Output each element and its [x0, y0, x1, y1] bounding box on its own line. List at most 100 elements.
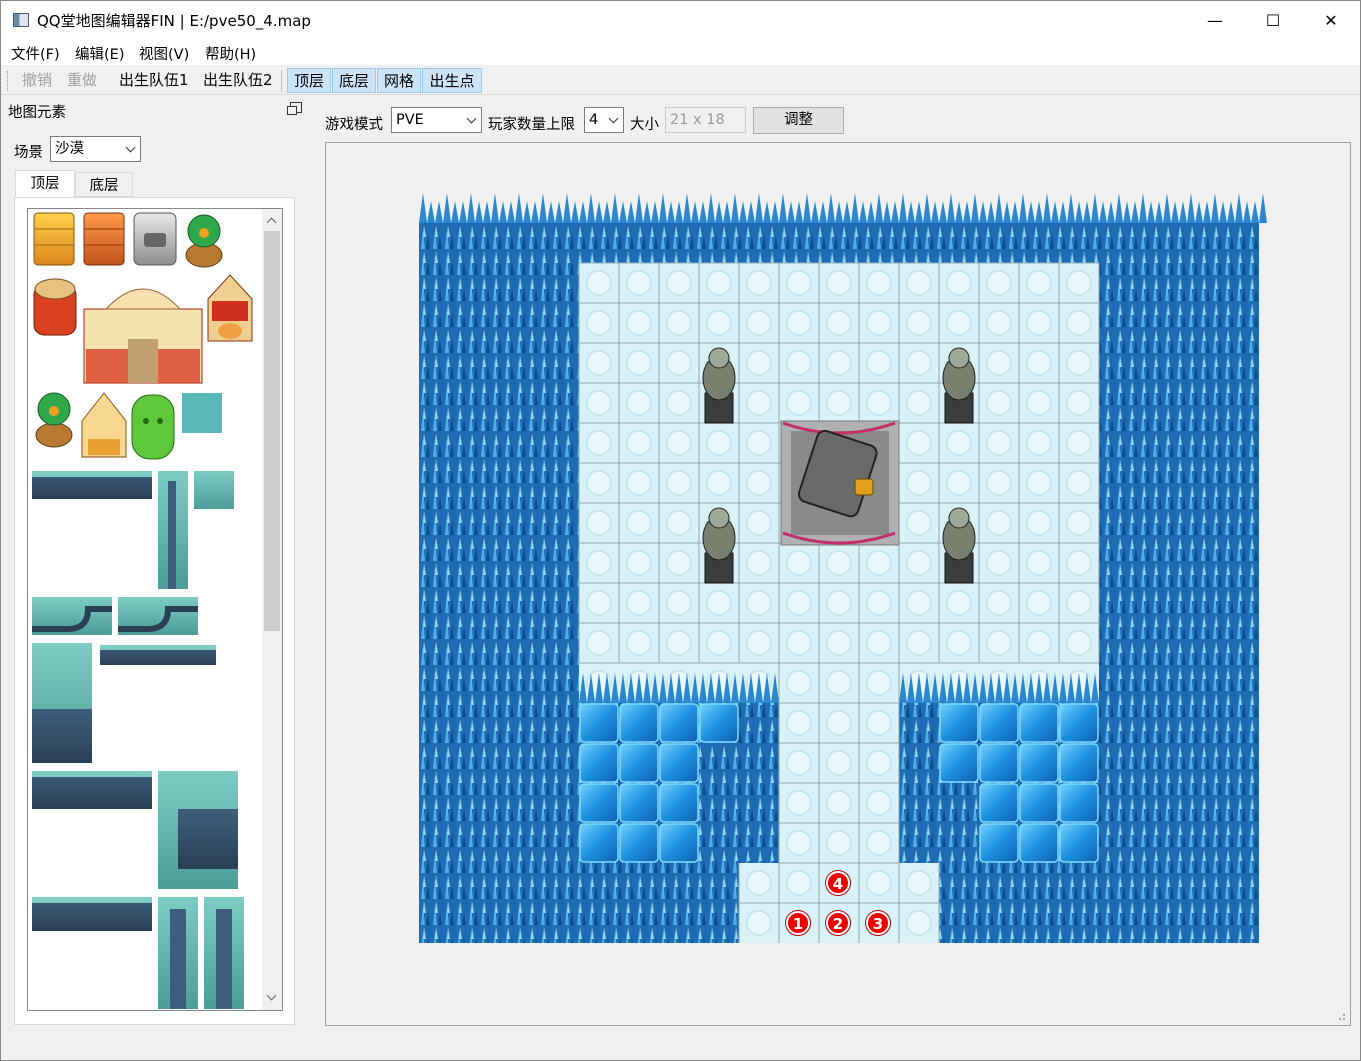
main-window: QQ堂地图编辑器FIN | E:/pve50_4.map — ☐ ✕ 文件(F)… [0, 0, 1361, 1061]
toolbar-grip[interactable] [7, 71, 9, 91]
ice-block [1019, 823, 1059, 863]
ice-block [579, 823, 619, 863]
close-button[interactable]: ✕ [1302, 1, 1360, 39]
tile-drum[interactable] [33, 278, 77, 336]
dock-float-icon[interactable] [287, 102, 302, 115]
scene-select[interactable]: 沙漠 [50, 136, 141, 162]
tile-cliff-bend-2[interactable] [118, 597, 198, 635]
scroll-down-icon[interactable] [266, 990, 277, 1001]
tile-stone-box[interactable] [133, 212, 177, 266]
spawn-team2-button[interactable]: 出生队伍2 [201, 68, 275, 93]
tile-cliff-bend-1[interactable] [32, 597, 112, 635]
spawn-point-3[interactable]: 3 [866, 911, 890, 935]
grid-toggle[interactable]: 网格 [377, 68, 421, 93]
ice-block [659, 743, 699, 783]
tile-brick-yellow[interactable] [33, 212, 75, 266]
ice-block [979, 743, 1019, 783]
game-mode-value: PVE [396, 112, 424, 128]
spawn-points-toggle[interactable]: 出生点 [422, 68, 482, 93]
tab-bottom-layer[interactable]: 底层 [75, 172, 133, 197]
statue-head [948, 347, 970, 369]
scene-select-value: 沙漠 [55, 141, 84, 157]
tile-cliff-ledge[interactable] [100, 645, 216, 665]
players-value: 4 [589, 112, 599, 128]
menu-help[interactable]: 帮助(H) [205, 43, 256, 64]
tile-cliff-column-2[interactable] [204, 897, 244, 1009]
ice-block [979, 783, 1019, 823]
tile-cactus[interactable] [131, 394, 175, 460]
ice-block [619, 823, 659, 863]
tile-house-red[interactable] [207, 274, 253, 342]
tab-top-layer[interactable]: 顶层 [15, 170, 75, 198]
chevron-down-icon [466, 113, 477, 124]
ice-block [979, 703, 1019, 743]
game-mode-select[interactable]: PVE [391, 107, 482, 133]
menu-edit[interactable]: 编辑(E) [75, 43, 124, 64]
top-layer-toggle[interactable]: 顶层 [287, 68, 331, 93]
ice-block [939, 743, 979, 783]
tile-teal-block[interactable] [182, 393, 222, 433]
ice-block [699, 703, 739, 743]
ice-block [619, 743, 659, 783]
ice-block [619, 783, 659, 823]
spawn-point-1[interactable]: 1 [786, 911, 810, 935]
scroll-up-icon[interactable] [266, 217, 277, 228]
tile-cliff-tall-1[interactable] [32, 643, 92, 763]
chevron-down-icon [125, 142, 136, 153]
ice-block [1019, 783, 1059, 823]
resize-grip-icon[interactable] [1336, 1011, 1346, 1021]
tile-cliff-top-3[interactable] [32, 897, 152, 931]
adjust-button[interactable]: 调整 [753, 107, 844, 134]
statue-head [708, 507, 730, 529]
tile-palm-pot[interactable] [185, 214, 223, 268]
tile-cliff-corner[interactable] [158, 471, 188, 589]
toolbar-separator [281, 70, 282, 92]
players-label: 玩家数量上限 [488, 117, 575, 133]
dock-title: 地图元素 [8, 105, 66, 121]
spawn-point-2[interactable]: 2 [826, 911, 850, 935]
spawn-team1-button[interactable]: 出生队伍1 [117, 68, 191, 93]
ice-block [659, 823, 699, 863]
tile-palette-content [28, 209, 263, 1010]
ice-block [1059, 783, 1099, 823]
tile-house-yellow[interactable] [81, 392, 127, 458]
ice-block [1019, 743, 1059, 783]
tile-palette [27, 208, 283, 1011]
redo-button[interactable]: 重做 [65, 68, 99, 93]
ice-block [659, 783, 699, 823]
bottom-layer-toggle[interactable]: 底层 [332, 68, 376, 93]
tile-cliff-top-2[interactable] [32, 771, 152, 809]
players-select[interactable]: 4 [584, 107, 624, 133]
app-icon [13, 13, 29, 27]
ice-block [1059, 823, 1099, 863]
scene-label: 场景 [14, 145, 43, 161]
statue-head [948, 507, 970, 529]
water-bl [579, 863, 739, 943]
size-label: 大小 [630, 117, 659, 133]
spawn-point-4[interactable]: 4 [826, 871, 850, 895]
tile-cliff-block[interactable] [158, 771, 238, 889]
tile-cliff-column-1[interactable] [158, 897, 198, 1009]
tile-palace[interactable] [83, 288, 203, 384]
tile-teal-small[interactable] [194, 471, 234, 509]
ice-block [579, 783, 619, 823]
ice-block [1059, 743, 1099, 783]
ice-block [1019, 703, 1059, 743]
maximize-button[interactable]: ☐ [1244, 1, 1302, 39]
menu-file[interactable]: 文件(F) [11, 43, 60, 64]
tile-brick-orange[interactable] [83, 212, 125, 266]
water-crest [419, 193, 1267, 223]
ice-block [579, 703, 619, 743]
scroll-thumb[interactable] [264, 231, 280, 631]
window-title: QQ堂地图编辑器FIN | E:/pve50_4.map [37, 12, 311, 30]
menu-view[interactable]: 视图(V) [139, 43, 189, 64]
tile-cliff-top[interactable] [32, 471, 152, 499]
ice-block [619, 703, 659, 743]
padlock-icon [854, 478, 874, 496]
ice-block [939, 703, 979, 743]
undo-button[interactable]: 撤销 [20, 68, 54, 93]
minimize-button[interactable]: — [1186, 1, 1244, 39]
palette-scrollbar[interactable] [262, 209, 282, 1010]
tile-palm-pot-2[interactable] [35, 392, 73, 448]
menu-bar: 文件(F) 编辑(E) 视图(V) 帮助(H) [1, 39, 1360, 65]
